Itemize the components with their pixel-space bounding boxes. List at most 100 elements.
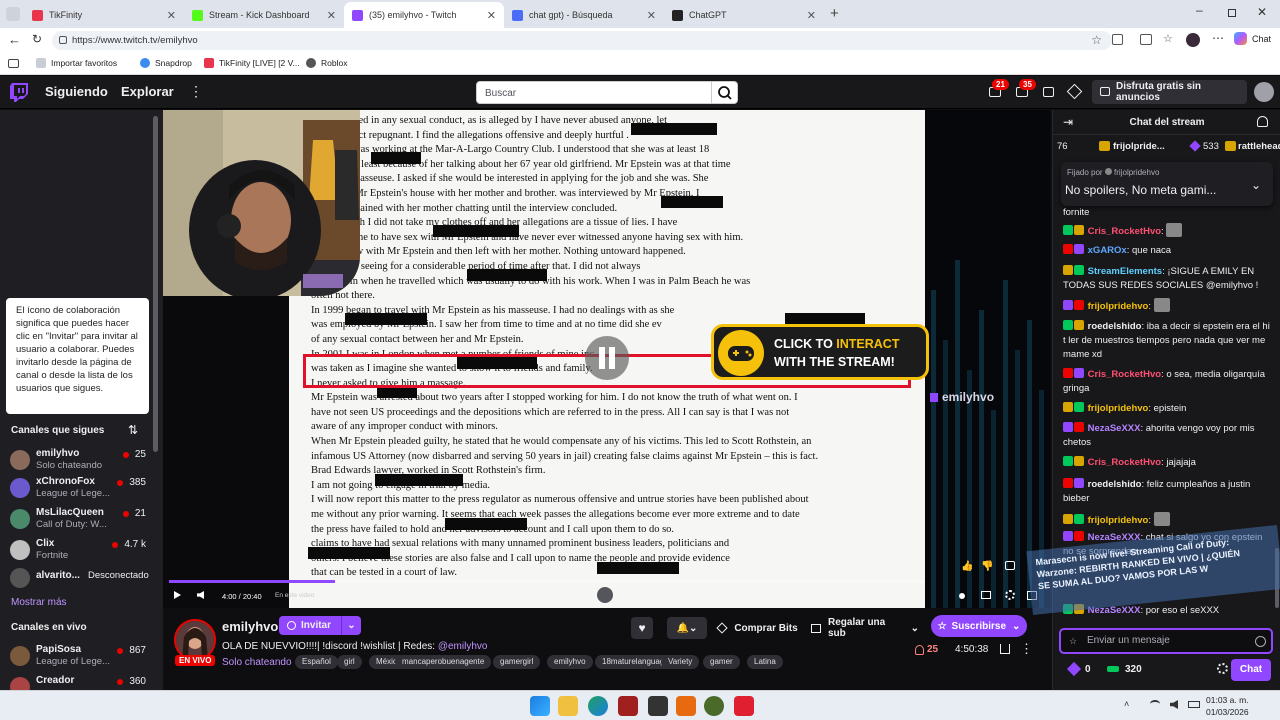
minimize-icon[interactable]: –	[1196, 3, 1203, 17]
more-options-icon[interactable]: ⋮	[1020, 641, 1033, 657]
bits-icon[interactable]	[1066, 83, 1083, 100]
chat-username[interactable]: frijolpridehvo	[1088, 403, 1149, 414]
chat-username[interactable]: StreamElements	[1088, 266, 1162, 277]
edge-icon[interactable]	[588, 696, 608, 716]
chat-username[interactable]: Cris_RocketHvo	[1088, 457, 1161, 468]
buy-bits-button[interactable]: Comprar Bits	[715, 617, 801, 639]
chat-username[interactable]: Cris_RocketHvo	[1088, 226, 1161, 237]
comment-icon[interactable]	[1005, 561, 1015, 570]
app-icon[interactable]	[676, 696, 696, 716]
bookmark-snapdrop[interactable]: Snapdrop	[140, 58, 192, 68]
app-icon[interactable]	[734, 696, 754, 716]
sidebar-channel[interactable]: emilyhvo Solo chateando 25	[10, 448, 148, 474]
clip-icon[interactable]	[959, 593, 965, 599]
pause-button[interactable]	[585, 336, 629, 380]
nav-browse[interactable]: Explorar	[121, 84, 174, 99]
streamer-name[interactable]: emilyhvo	[222, 619, 278, 634]
show-more-link[interactable]: Mostrar más	[11, 597, 67, 608]
reload-icon[interactable]: ↻	[32, 32, 42, 46]
title-handle-link[interactable]: @emilyhvo	[438, 641, 488, 652]
browser-tab[interactable]: Stream - Kick Dashboard ✕	[184, 4, 344, 26]
stream-tag[interactable]: gamer	[703, 655, 740, 669]
subscribe-button[interactable]: ☆ Suscribirse ⌄	[931, 615, 1027, 637]
sidebar-live-channel[interactable]: PapiSosa League of Lege... 867	[10, 644, 148, 670]
chat-username[interactable]: roedelshido	[1088, 479, 1142, 490]
sidebar-channel[interactable]: xChronoFox League of Lege... 385	[10, 476, 148, 502]
channel-points-icon[interactable]	[1066, 661, 1082, 677]
volume-icon[interactable]	[197, 591, 204, 599]
settings-icon[interactable]	[1005, 590, 1015, 600]
share-icon[interactable]	[1000, 644, 1010, 654]
close-tab-icon[interactable]: ✕	[327, 9, 336, 22]
chat-username[interactable]: NezaSeXXX	[1088, 423, 1141, 434]
search-input[interactable]: Buscar	[476, 81, 712, 104]
community-icon[interactable]	[1257, 116, 1268, 127]
wifi-icon[interactable]	[1150, 700, 1160, 708]
sort-icon[interactable]: ⇅	[128, 423, 138, 437]
close-tab-icon[interactable]: ✕	[487, 9, 496, 22]
browser-tab[interactable]: ChatGPT ✕	[664, 4, 824, 26]
close-tab-icon[interactable]: ✕	[807, 9, 816, 22]
nav-following[interactable]: Siguiendo	[45, 84, 108, 99]
chat-username[interactable]: frijolpridehvo	[1088, 515, 1149, 526]
chat-username[interactable]: roedelshido	[1088, 321, 1142, 332]
close-tab-icon[interactable]: ✕	[167, 9, 176, 22]
search-button[interactable]	[712, 81, 738, 104]
battery-icon[interactable]	[1188, 701, 1200, 708]
stream-tag[interactable]: mancaperobuenagente	[395, 655, 492, 669]
site-info-icon[interactable]	[59, 36, 67, 44]
more-menu-icon[interactable]: ⋯	[1212, 31, 1224, 45]
bookmark-roblox[interactable]: Roblox	[306, 58, 347, 68]
tab-actions-icon[interactable]	[6, 7, 20, 21]
sidebar-scrollbar[interactable]	[153, 116, 158, 452]
start-menu-icon[interactable]	[530, 696, 550, 716]
chevron-down-icon[interactable]: ⌄	[1251, 178, 1261, 192]
interact-cta-badge[interactable]: CLICK TO INTERACT WITH THE STREAM!	[711, 324, 929, 380]
chat-username[interactable]: Cris_RocketHvo	[1088, 369, 1161, 380]
app-icon[interactable]	[648, 696, 668, 716]
copilot-chat-button[interactable]: Chat	[1234, 32, 1271, 45]
split-screen-icon[interactable]	[1140, 34, 1152, 45]
stream-tag[interactable]: gamergirl	[493, 655, 541, 669]
maximize-icon[interactable]	[1228, 9, 1236, 17]
notification-bell-button[interactable]: 🔔⌄	[667, 617, 707, 639]
like-icon[interactable]: 👍	[961, 561, 973, 572]
browser-tab[interactable]: TikFinity ✕	[24, 4, 184, 26]
volume-tray-icon[interactable]	[1170, 700, 1178, 709]
play-icon[interactable]	[174, 591, 181, 599]
back-icon[interactable]: ←	[8, 32, 21, 47]
stream-tag[interactable]: Latina	[747, 655, 783, 669]
twitch-logo-icon[interactable]	[10, 83, 28, 103]
bookmark-star-icon[interactable]: ☆	[1091, 33, 1102, 47]
bookmark-tikfinity[interactable]: TikFinity [LIVE] [2 V...	[204, 58, 300, 68]
emote-picker-icon[interactable]	[1255, 636, 1266, 647]
chat-settings-icon[interactable]	[1217, 663, 1228, 674]
sidebar-channel-offline[interactable]: alvarito... Desconectado	[10, 566, 149, 592]
pinned-message[interactable]: Fijado por frijolpridehvo No spoilers, N…	[1061, 162, 1273, 206]
leaderboard-user[interactable]: frijolpride...	[1113, 141, 1165, 152]
chat-username[interactable]: xGAROx	[1088, 245, 1127, 256]
user-avatar[interactable]	[1254, 82, 1274, 102]
profile-avatar[interactable]	[1186, 33, 1200, 47]
tray-chevron-icon[interactable]: ˄	[1124, 699, 1129, 709]
url-field[interactable]: https://www.twitch.tv/emilyhvo ☆	[52, 31, 1112, 50]
stream-tag[interactable]: emilyhvo	[547, 655, 593, 669]
sidebar-toggle-icon[interactable]	[8, 59, 19, 68]
app-icon[interactable]	[618, 696, 638, 716]
app-icon[interactable]	[704, 696, 724, 716]
follow-heart-icon[interactable]: ♥	[631, 617, 653, 639]
send-chat-button[interactable]: Chat	[1231, 659, 1271, 681]
ad-free-promo-button[interactable]: Disfruta gratis sin anuncios	[1092, 80, 1247, 104]
system-clock[interactable]: 01:03 a. m. 01/03/2026	[1206, 694, 1249, 718]
dislike-icon[interactable]: 👎	[981, 561, 993, 572]
browser-tab[interactable]: chat gpt) - Búsqueda ✕	[504, 4, 664, 26]
scroll-indicator-icon[interactable]	[597, 587, 613, 603]
stream-tag[interactable]: Español	[295, 655, 338, 669]
leaderboard-user[interactable]: rattlehead...	[1238, 141, 1280, 152]
browser-tab[interactable]: (35) emilyhvo - Twitch ✕	[344, 2, 504, 28]
more-options-icon[interactable]: ⋮	[189, 83, 203, 100]
stream-tag[interactable]: Variety	[661, 655, 700, 669]
new-tab-button[interactable]: +	[830, 5, 839, 22]
close-tab-icon[interactable]: ✕	[647, 9, 656, 22]
extensions-icon[interactable]	[1112, 34, 1123, 45]
